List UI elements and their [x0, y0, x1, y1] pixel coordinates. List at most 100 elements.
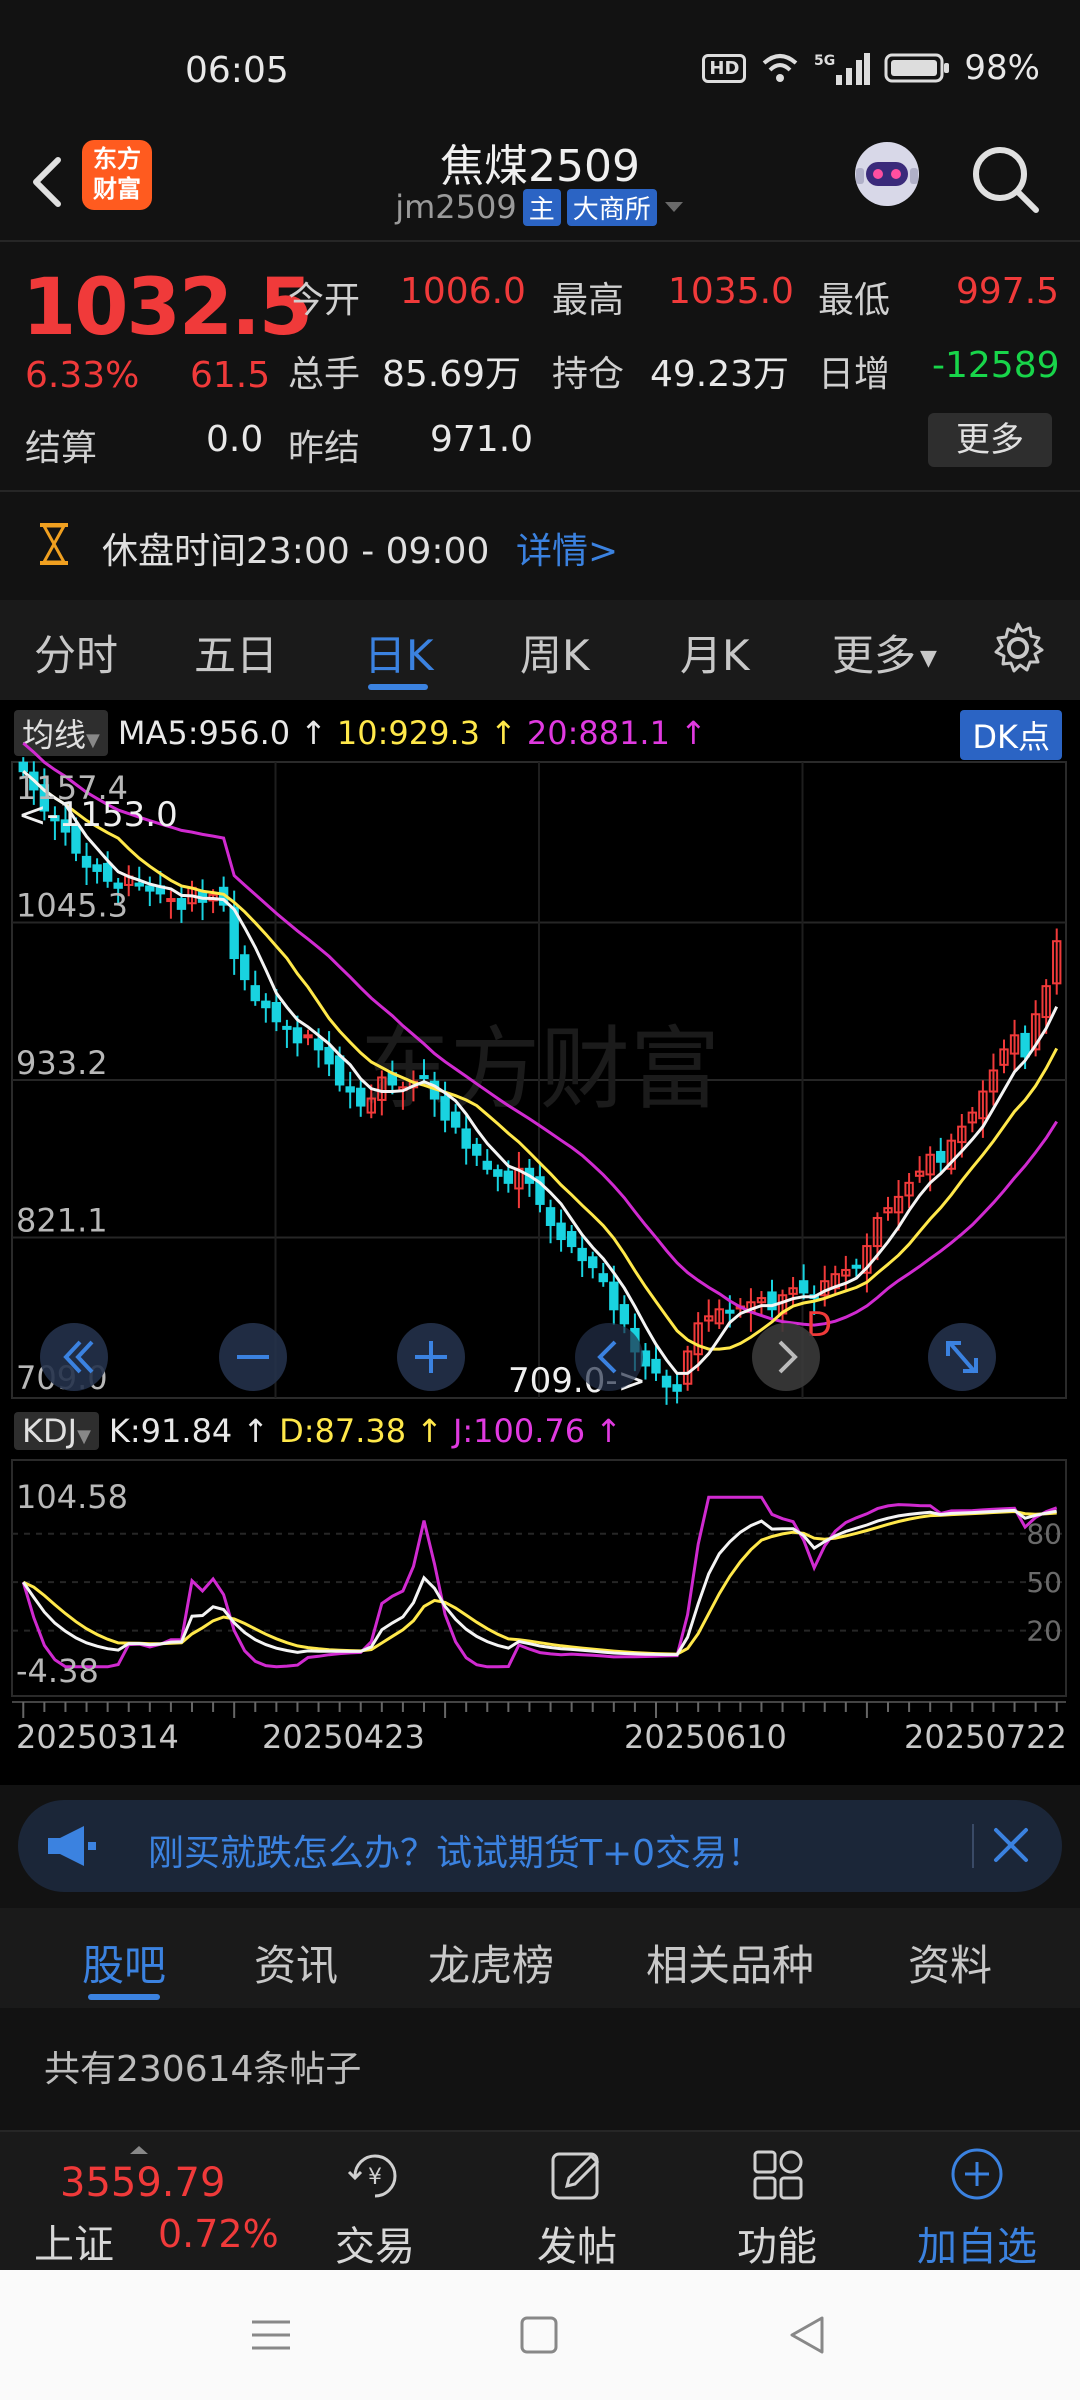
post-button[interactable]: 发帖	[512, 2146, 642, 2272]
back-nav-icon[interactable]	[782, 2310, 832, 2360]
candle-body	[176, 898, 187, 910]
candle-body	[419, 1075, 429, 1080]
kline-chart[interactable]: 均线▼ MA5:956.0 ↑ 10:929.3 ↑ 20:881.1 ↑ DK点 东…	[0, 700, 1080, 1785]
tab-five-day[interactable]: 五日	[194, 622, 278, 683]
candle-body	[545, 1207, 556, 1226]
candle-body	[936, 1150, 946, 1163]
tab-news[interactable]: 资讯	[254, 1932, 338, 1993]
tab-profile[interactable]: 资料	[908, 1932, 992, 1993]
max-price-marker: <-1153.0	[18, 795, 178, 835]
gear-icon[interactable]	[990, 620, 1046, 676]
last-price: 1032.5	[22, 263, 313, 353]
candle-body	[134, 882, 144, 887]
candle-body	[324, 1046, 334, 1065]
divider	[0, 240, 1080, 242]
trade-button[interactable]: ¥ 交易	[310, 2146, 440, 2272]
candle-body	[345, 1086, 355, 1093]
home-icon[interactable]	[514, 2310, 564, 2360]
kdj-reference-labels: 80 50 20	[1026, 1518, 1062, 1648]
fullscreen-button[interactable]	[928, 1323, 996, 1391]
candle-body	[356, 1087, 366, 1107]
caret-up-icon	[130, 2146, 148, 2154]
indicator-selector-label: KDJ	[22, 1412, 78, 1450]
caret-down-icon: ▼	[77, 1426, 91, 1447]
indicator-selector-button[interactable]: KDJ▼	[14, 1412, 99, 1450]
kdj-d-value: D:87.38	[279, 1412, 407, 1450]
tab-stock-forum[interactable]: 股吧	[82, 1932, 166, 1993]
candle-body	[250, 985, 260, 1002]
candle-body	[672, 1384, 682, 1392]
more-quote-button[interactable]: 更多	[928, 413, 1052, 467]
step-back-button[interactable]	[575, 1323, 643, 1391]
session-details-link[interactable]: 详情>	[516, 522, 618, 574]
candle-body	[102, 862, 113, 882]
tab-monthly-k[interactable]: 月K	[680, 622, 750, 683]
tab-more[interactable]: 更多 ▼	[832, 622, 937, 683]
plus-circle-icon	[951, 2148, 1003, 2200]
open-interest-label: 持仓	[552, 354, 625, 395]
date-axis-label: 20250314	[16, 1718, 179, 1756]
quote-panel: 1032.5 6.33% 61.5 今开 1006.0 最高 1035.0 最低…	[0, 245, 1080, 490]
add-watchlist-label: 加自选	[917, 2224, 1037, 2270]
tab-dragon-tiger[interactable]: 龙虎榜	[428, 1932, 554, 1993]
add-watchlist-button[interactable]: 加自选	[912, 2146, 1042, 2272]
candle-body	[282, 1025, 292, 1030]
menu-icon[interactable]	[246, 2310, 296, 2360]
caret-down-icon: ▼	[920, 646, 937, 671]
date-axis-labels: 20250314 20250423 20250610 20250722	[16, 1718, 1067, 1756]
arrow-up-icon: ↑	[242, 1412, 270, 1450]
open-value: 1006.0	[400, 271, 526, 312]
index-name: 上证	[34, 2222, 114, 2268]
battery-percent: 98%	[964, 48, 1040, 88]
index-value: 3559.79	[60, 2160, 226, 2206]
megaphone-icon	[48, 1826, 96, 1866]
functions-button[interactable]: 功能	[712, 2146, 842, 2272]
candle-body	[577, 1247, 587, 1262]
edit-icon	[551, 2152, 600, 2200]
candle-body	[1020, 1032, 1030, 1058]
arrow-up-icon: ↑	[416, 1412, 443, 1450]
zoom-out-button[interactable]	[219, 1323, 287, 1391]
candle-body	[240, 954, 250, 981]
index-change-percent: 0.72%	[158, 2212, 279, 2256]
kdj-axis-label: 104.58	[16, 1478, 128, 1516]
candle-body	[166, 898, 176, 903]
status-bar: 06:05 HD 5G 98%	[0, 0, 1080, 140]
search-icon[interactable]	[966, 140, 1046, 220]
date-axis-label: 20250423	[262, 1718, 425, 1756]
promo-banner[interactable]: 刚买就跌怎么办？试试期货T+0交易！	[18, 1800, 1062, 1892]
candle-body	[493, 1169, 503, 1177]
robot-assistant-icon[interactable]	[844, 132, 930, 218]
dropdown-icon[interactable]	[663, 199, 685, 215]
open-label: 今开	[288, 280, 361, 321]
svg-text:¥: ¥	[368, 2165, 382, 2190]
close-icon[interactable]	[986, 1820, 1036, 1870]
tab-related-varieties[interactable]: 相关品种	[646, 1932, 814, 1993]
session-time-text: 休盘时间23:00 - 09:00	[102, 531, 490, 572]
tab-weekly-k[interactable]: 周K	[520, 622, 590, 683]
settle-value: 0.0	[206, 419, 264, 460]
content-tabs: 股吧 资讯 龙虎榜 相关品种 资料	[0, 1908, 1080, 2008]
post-count: 共有230614条帖子	[44, 2049, 362, 2090]
signal-icon: 5G	[814, 53, 871, 85]
trade-icon: ¥	[347, 2154, 397, 2198]
kdj-axis-labels: 104.58 -4.38	[16, 1478, 128, 1690]
change-percent: 6.33%	[25, 355, 140, 396]
arrow-up-icon: ↑	[595, 1412, 622, 1450]
post-label: 发帖	[537, 2224, 617, 2270]
scroll-left-button[interactable]	[40, 1323, 108, 1391]
bottom-toolbar: 3559.79 上证 0.72% ¥ 交易 发帖 功能 加自选	[0, 2130, 1080, 2270]
zoom-in-button[interactable]	[397, 1323, 465, 1391]
chart-canvas: 东方财富 1157.41045.3933.2821.1709.0 <-1153.…	[11, 741, 1067, 1756]
low-label: 最低	[818, 280, 891, 321]
step-forward-button[interactable]	[752, 1323, 820, 1391]
candle-body	[145, 885, 155, 892]
open-interest-value: 49.23万	[650, 354, 790, 395]
tab-daily-k[interactable]: 日K	[364, 622, 434, 683]
active-tab-indicator	[368, 684, 428, 690]
candle-body	[588, 1256, 598, 1269]
tab-intraday[interactable]: 分时	[34, 622, 118, 683]
svg-text:5G: 5G	[814, 53, 835, 69]
price-axis-label: 1045.3	[16, 887, 128, 925]
status-time: 06:05	[185, 50, 289, 91]
